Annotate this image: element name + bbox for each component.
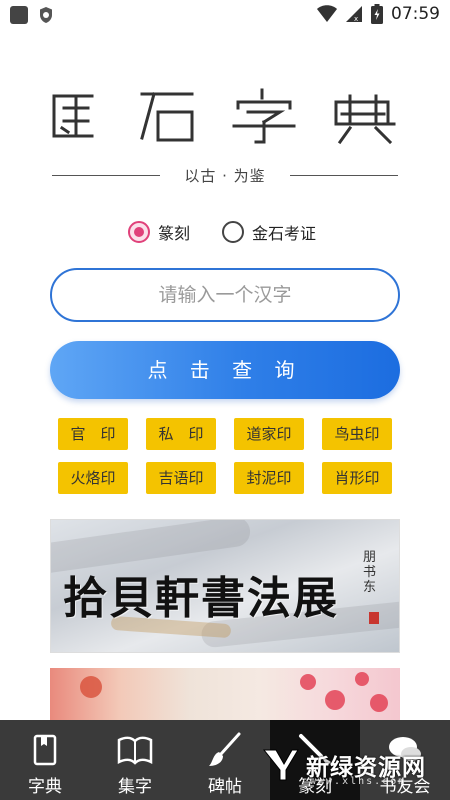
notification-app-icon: [10, 6, 28, 24]
category-clay-seal[interactable]: 封泥印: [234, 462, 304, 494]
exhibition-banner[interactable]: 拾貝軒書法展 朋书东: [50, 519, 400, 653]
search-mode-group: 篆刻 金石考证: [128, 220, 316, 244]
signal-icon: x: [346, 6, 362, 23]
radio-epigraphy[interactable]: 金石考证: [222, 220, 316, 244]
decoration: [325, 690, 345, 710]
status-bar: x 07:59: [0, 0, 450, 30]
red-seal-mark: [369, 612, 379, 624]
app-logo: [50, 88, 400, 148]
radio-seal-carving[interactable]: 篆刻: [128, 220, 190, 244]
query-button[interactable]: 点 击 查 询: [50, 341, 400, 399]
category-private-seal[interactable]: 私 印: [146, 418, 216, 450]
seal-category-grid: 官 印 私 印 道家印 鸟虫印 火烙印 吉语印 封泥印 肖形印: [58, 418, 392, 494]
decoration: [300, 674, 316, 690]
divider: [290, 175, 398, 176]
logo-calligraphy: [52, 88, 396, 145]
search-box: [50, 268, 400, 322]
brush-icon: [209, 732, 241, 766]
wifi-icon: [317, 5, 337, 22]
svg-text:x: x: [354, 15, 358, 23]
banner-title: 拾貝軒書法展: [63, 573, 339, 624]
nav-dictionary[interactable]: 字典: [0, 720, 90, 800]
decoration: [370, 694, 388, 712]
clock: 07:59: [391, 4, 440, 24]
radio-label: 金石考证: [252, 224, 317, 243]
decoration: [80, 676, 102, 698]
category-bird-insect-seal[interactable]: 鸟虫印: [322, 418, 392, 450]
promo-banner[interactable]: [50, 668, 400, 720]
category-taoist-seal[interactable]: 道家印: [234, 418, 304, 450]
nav-label: 字典: [28, 777, 62, 797]
radio-selected-icon[interactable]: [128, 221, 150, 243]
nav-label: 碑帖: [208, 777, 242, 797]
shield-icon: [40, 7, 52, 23]
open-book-icon: [117, 736, 153, 765]
category-official-seal[interactable]: 官 印: [58, 418, 128, 450]
category-auspicious-seal[interactable]: 吉语印: [146, 462, 216, 494]
watermark-logo-icon: [262, 749, 299, 781]
radio-unselected-icon[interactable]: [222, 221, 245, 243]
logo-subtitle: 以古 · 为鉴: [52, 164, 398, 186]
nav-rubbings[interactable]: 碑帖: [180, 720, 270, 800]
search-input[interactable]: [52, 270, 398, 320]
nav-label: 集字: [118, 777, 152, 797]
decoration: [355, 672, 369, 686]
banner-signature: 朋书东: [363, 550, 377, 595]
battery-icon: [371, 4, 383, 24]
category-branding-seal[interactable]: 火烙印: [58, 462, 128, 494]
radio-label: 篆刻: [158, 224, 191, 243]
category-portrait-seal[interactable]: 肖形印: [322, 462, 392, 494]
watermark-url: www.xlhs.com: [310, 776, 407, 787]
nav-collect-characters[interactable]: 集字: [90, 720, 180, 800]
book-icon: [33, 734, 57, 766]
site-watermark: 新绿资源网 www.xlhs.com: [262, 748, 426, 787]
